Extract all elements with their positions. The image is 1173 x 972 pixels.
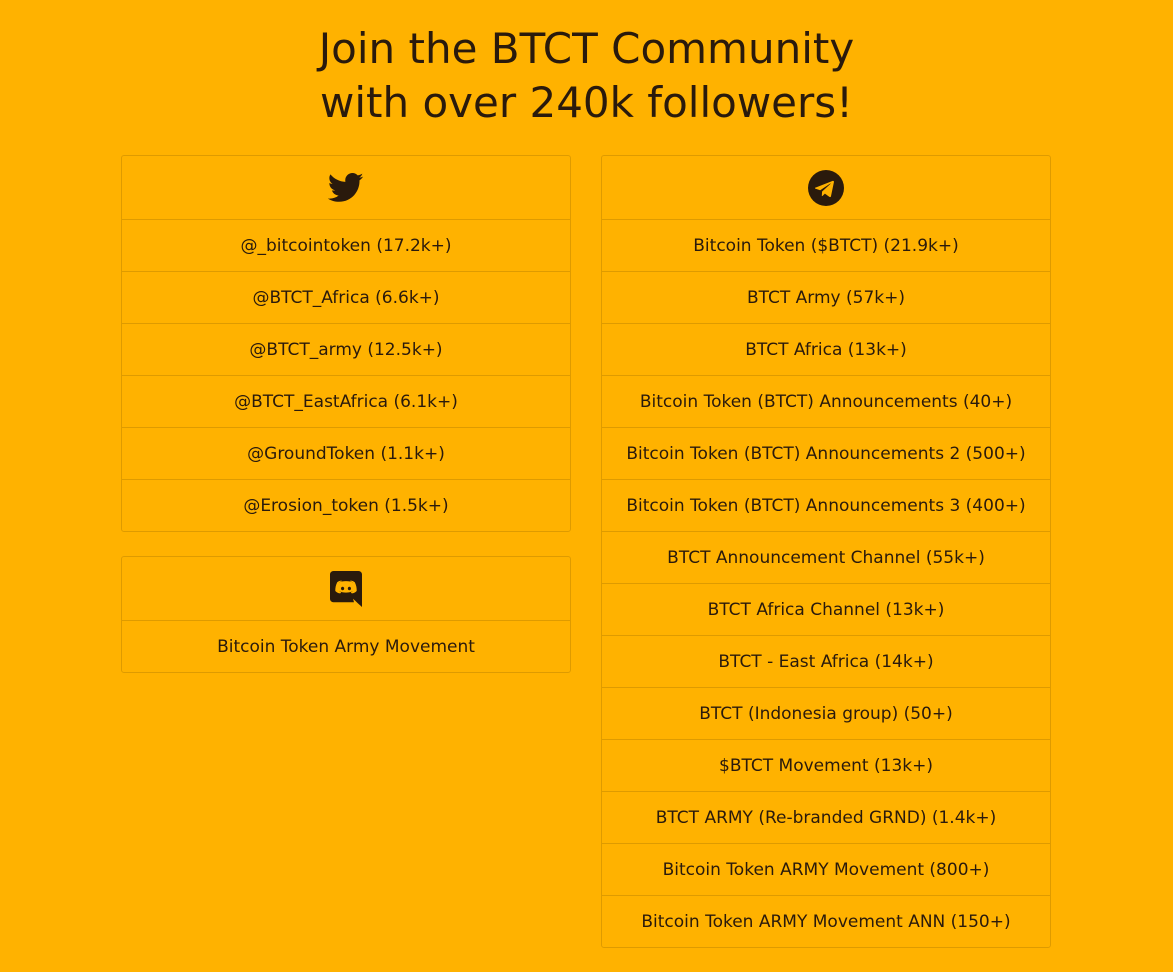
page-title-line-1: Join the BTCT Community — [318, 24, 855, 73]
telegram-link[interactable]: BTCT ARMY (Re-branded GRND) (1.4k+) — [602, 792, 1050, 844]
telegram-link[interactable]: Bitcoin Token ARMY Movement (800+) — [602, 844, 1050, 896]
telegram-link[interactable]: Bitcoin Token ($BTCT) (21.9k+) — [602, 220, 1050, 272]
telegram-link[interactable]: Bitcoin Token (BTCT) Announcements (40+) — [602, 376, 1050, 428]
telegram-link[interactable]: BTCT (Indonesia group) (50+) — [602, 688, 1050, 740]
telegram-list: Bitcoin Token ($BTCT) (21.9k+) BTCT Army … — [602, 220, 1050, 948]
telegram-link[interactable]: BTCT Army (57k+) — [602, 272, 1050, 324]
telegram-link[interactable]: Bitcoin Token ARMY Movement ANN (150+) — [602, 896, 1050, 948]
twitter-link[interactable]: @GroundToken (1.1k+) — [122, 428, 570, 480]
discord-link[interactable]: Bitcoin Token Army Movement — [122, 621, 570, 673]
discord-list: Bitcoin Token Army Movement — [122, 621, 570, 673]
twitter-link[interactable]: @BTCT_EastAfrica (6.1k+) — [122, 376, 570, 428]
telegram-card-header — [602, 156, 1050, 220]
twitter-link[interactable]: @BTCT_Africa (6.6k+) — [122, 272, 570, 324]
telegram-link[interactable]: BTCT Africa (13k+) — [602, 324, 1050, 376]
telegram-icon[interactable] — [808, 169, 844, 206]
telegram-link[interactable]: BTCT Africa Channel (13k+) — [602, 584, 1050, 636]
discord-icon[interactable] — [330, 570, 362, 607]
page-title-line-2: with over 240k followers! — [320, 78, 853, 127]
telegram-link[interactable]: $BTCT Movement (13k+) — [602, 740, 1050, 792]
twitter-list: @_bitcointoken (17.2k+) @BTCT_Africa (6.6… — [122, 220, 570, 532]
twitter-link[interactable]: @_bitcointoken (17.2k+) — [122, 220, 570, 272]
telegram-card: Bitcoin Token ($BTCT) (21.9k+) BTCT Army … — [601, 155, 1051, 948]
telegram-link[interactable]: Bitcoin Token (BTCT) Announcements 3 (40… — [602, 480, 1050, 532]
twitter-link[interactable]: @Erosion_token (1.5k+) — [122, 480, 570, 532]
discord-card-header — [122, 557, 570, 621]
twitter-card: @_bitcointoken (17.2k+) @BTCT_Africa (6.6… — [121, 155, 571, 532]
telegram-link[interactable]: Bitcoin Token (BTCT) Announcements 2 (50… — [602, 428, 1050, 480]
twitter-bird-icon[interactable] — [328, 172, 364, 203]
twitter-link[interactable]: @BTCT_army (12.5k+) — [122, 324, 570, 376]
discord-card: Bitcoin Token Army Movement — [121, 556, 571, 673]
telegram-link[interactable]: BTCT - East Africa (14k+) — [602, 636, 1050, 688]
page-title: Join the BTCT Community with over 240k f… — [0, 22, 1173, 130]
telegram-link[interactable]: BTCT Announcement Channel (55k+) — [602, 532, 1050, 584]
twitter-card-header — [122, 156, 570, 220]
